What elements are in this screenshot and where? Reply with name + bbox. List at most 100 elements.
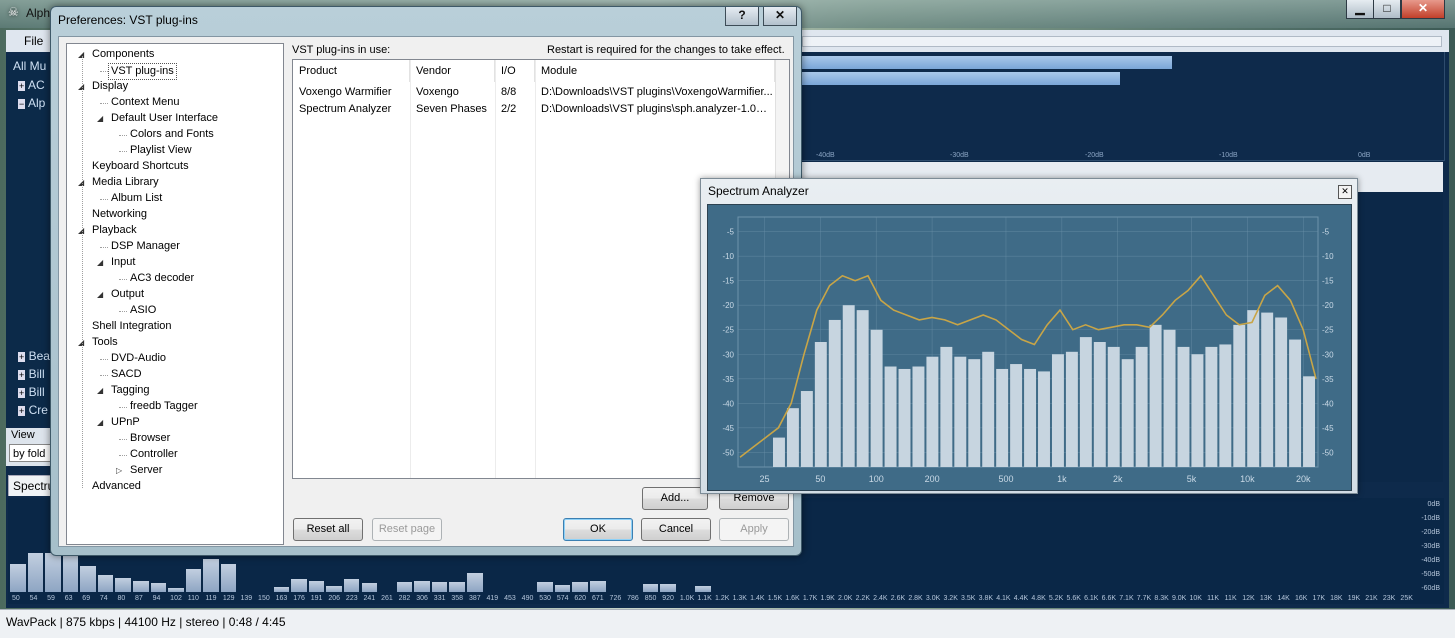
tree-item-display[interactable]: Display — [92, 79, 128, 94]
y-tick-label-right: -40 — [1322, 399, 1334, 408]
tree-item-tagging[interactable]: Tagging — [111, 383, 150, 398]
y-tick-label-right: -30 — [1322, 350, 1334, 359]
bottom-freq-label: 94 — [152, 595, 161, 602]
tree-item-server[interactable]: Server — [130, 463, 162, 478]
y-tick-label-left: -40 — [722, 399, 734, 408]
tree-item-components[interactable]: Components — [92, 47, 154, 62]
x-tick-label: 10k — [1240, 474, 1255, 484]
tree-item-tools[interactable]: Tools — [92, 335, 118, 350]
bottom-spectrum-bar — [326, 586, 342, 592]
help-button[interactable]: ? — [725, 7, 759, 26]
seek-bar[interactable] — [802, 36, 1442, 47]
tree-expander-icon[interactable]: ◢ — [97, 114, 103, 123]
bottom-freq-label: 4.4K — [1013, 595, 1029, 602]
table-row[interactable]: Voxengo Warmifier Voxengo 8/8 D:\Downloa… — [293, 84, 775, 101]
tree-item-networking[interactable]: Networking — [92, 207, 147, 222]
tree-item-default-user-interface[interactable]: Default User Interface — [111, 111, 218, 126]
bottom-freq-label: 12K — [1242, 595, 1255, 602]
tree-item-keyboard-shortcuts[interactable]: Keyboard Shortcuts — [92, 159, 189, 174]
column-header-vendor[interactable]: Vendor — [410, 60, 495, 82]
spectrum-bar — [1121, 359, 1134, 467]
x-tick-label: 100 — [869, 474, 884, 484]
bottom-spectrum-bar — [537, 581, 553, 592]
library-tree-panel: All Mu + AC − Alp + Bea + Bill + Bill + … — [6, 56, 52, 426]
tree-item-output[interactable]: Output — [111, 287, 144, 302]
tree-item-browser[interactable]: Browser — [130, 431, 170, 446]
tree-item-dvd-audio[interactable]: DVD-Audio — [111, 351, 166, 366]
analyzer-close-button[interactable]: ✕ — [1338, 185, 1352, 199]
add-button[interactable]: Add... — [642, 487, 708, 510]
bottom-freq-label: 5.2K — [1048, 595, 1064, 602]
reset-page-button[interactable]: Reset page — [372, 518, 442, 541]
tree-expander-icon[interactable]: ◢ — [97, 290, 103, 299]
tree-item-album-list[interactable]: Album List — [111, 191, 162, 206]
library-item[interactable]: + Bill — [18, 385, 45, 399]
tree-expander-icon[interactable]: ◢ — [97, 258, 103, 267]
x-tick-label: 200 — [925, 474, 940, 484]
bottom-spectrum-bar — [291, 578, 307, 592]
bottom-freq-label: 19K — [1347, 595, 1361, 602]
bottom-freq-label: 1.5K — [767, 595, 783, 602]
tree-item-advanced[interactable]: Advanced — [92, 479, 141, 494]
dialog-close-button[interactable]: ✕ — [763, 7, 797, 26]
tree-item-asio[interactable]: ASIO — [130, 303, 156, 318]
tree-expander-icon[interactable]: ◢ — [97, 418, 103, 427]
reset-all-button[interactable]: Reset all — [293, 518, 363, 541]
dialog-title: Preferences: VST plug-ins — [58, 13, 198, 27]
library-item[interactable]: + Bea — [18, 349, 50, 363]
tree-item-sacd[interactable]: SACD — [111, 367, 142, 382]
column-header-io[interactable]: I/O — [495, 60, 535, 82]
tree-item-upnp[interactable]: UPnP — [111, 415, 140, 430]
bottom-freq-label: 387 — [468, 595, 481, 602]
bottom-freq-label: 102 — [170, 595, 182, 602]
cell-io: 2/2 — [501, 103, 517, 115]
cell-vendor: Seven Phases — [416, 103, 487, 115]
tree-item-dsp-manager[interactable]: DSP Manager — [111, 239, 180, 254]
x-tick-label: 2k — [1113, 474, 1123, 484]
tree-item-media-library[interactable]: Media Library — [92, 175, 159, 190]
level-db-tick: 0dB — [1358, 152, 1371, 159]
bottom-freq-label: 129 — [222, 595, 235, 602]
minimize-button[interactable]: ▁ — [1346, 0, 1374, 19]
spectrum-bar — [800, 391, 813, 467]
bottom-freq-label: 6.6K — [1101, 595, 1117, 602]
bottom-freq-label: 69 — [82, 595, 91, 602]
view-select[interactable]: by fold — [9, 444, 51, 462]
tree-connector — [119, 135, 127, 136]
bottom-freq-label: 23K — [1382, 595, 1396, 602]
tree-item-playlist-view[interactable]: Playlist View — [130, 143, 192, 158]
tree-expander-icon[interactable]: ▷ — [116, 466, 122, 475]
library-item[interactable]: + Cre — [18, 403, 48, 417]
cancel-button[interactable]: Cancel — [641, 518, 711, 541]
tree-item-context-menu[interactable]: Context Menu — [111, 95, 179, 110]
menu-file[interactable]: File — [24, 34, 43, 48]
y-tick-label-right: -45 — [1322, 424, 1334, 433]
tree-item-shell-integration[interactable]: Shell Integration — [92, 319, 172, 334]
tree-expander-icon[interactable]: ◢ — [97, 386, 103, 395]
close-window-button[interactable]: ✕ — [1401, 0, 1445, 19]
ok-button[interactable]: OK — [563, 518, 633, 541]
tree-item-input[interactable]: Input — [111, 255, 135, 270]
tree-item-ac3-decoder[interactable]: AC3 decoder — [130, 271, 194, 286]
tree-item-freedb-tagger[interactable]: freedb Tagger — [130, 399, 198, 414]
library-item[interactable]: All Mu — [13, 59, 46, 73]
bottom-freq-label: 726 — [609, 595, 622, 602]
table-row[interactable]: Spectrum Analyzer Seven Phases 2/2 D:\Do… — [293, 101, 775, 118]
bottom-freq-label: 110 — [187, 595, 199, 602]
column-header-module[interactable]: Module — [535, 60, 775, 82]
tree-item-colors-and-fonts[interactable]: Colors and Fonts — [130, 127, 214, 142]
column-header-product[interactable]: Product — [293, 60, 410, 82]
tree-item-playback[interactable]: Playback — [92, 223, 137, 238]
bottom-freq-label: 261 — [381, 595, 393, 602]
tree-item-vst-plug-ins[interactable]: VST plug-ins — [108, 63, 177, 80]
library-item[interactable]: + Bill — [18, 367, 45, 381]
tree-item-controller[interactable]: Controller — [130, 447, 178, 462]
spectrum-bar — [1247, 310, 1260, 467]
y-tick-label-right: -15 — [1322, 277, 1334, 286]
apply-button[interactable]: Apply — [719, 518, 789, 541]
bottom-freq-label: 14K — [1277, 595, 1290, 602]
spectrum-tab[interactable]: Spectru — [8, 475, 54, 496]
library-item[interactable]: + AC — [18, 78, 45, 92]
library-item[interactable]: − Alp — [18, 96, 45, 110]
maximize-button[interactable]: □ — [1373, 0, 1401, 19]
